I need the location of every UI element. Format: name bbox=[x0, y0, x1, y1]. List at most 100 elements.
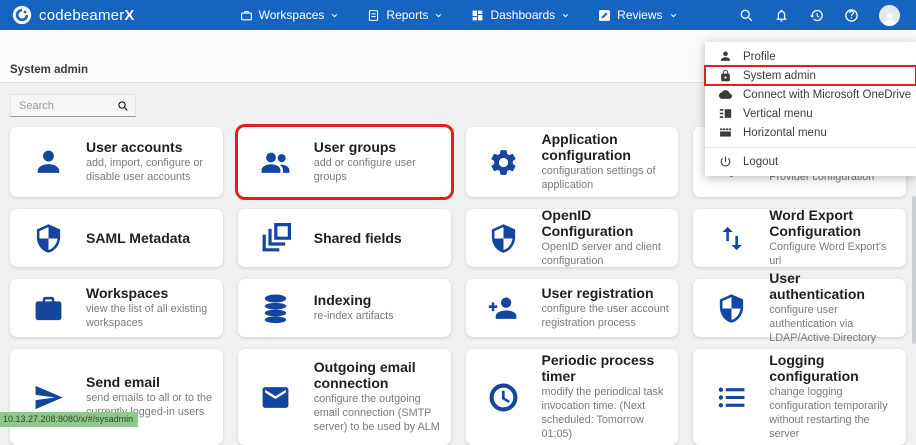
admin-card-shared-fields[interactable]: Shared fields bbox=[238, 209, 451, 267]
briefcase-icon bbox=[10, 293, 86, 324]
help-icon[interactable] bbox=[844, 8, 859, 23]
notifications-icon[interactable] bbox=[774, 8, 789, 23]
nav-item-label: Reports bbox=[386, 8, 428, 22]
reports-icon bbox=[367, 9, 380, 22]
menu-divider bbox=[705, 147, 916, 148]
card-title: Periodic process timer bbox=[542, 352, 671, 384]
search-icon[interactable] bbox=[739, 8, 754, 23]
nav-item-reports[interactable]: Reports bbox=[367, 8, 443, 22]
admin-card-logging-configuration[interactable]: Logging configurationchange logging conf… bbox=[693, 349, 906, 445]
admin-card-send-email[interactable]: Send emailsend emails to all or to the c… bbox=[10, 349, 223, 445]
nav-item-dashboards[interactable]: Dashboards bbox=[471, 8, 570, 22]
workspaces-icon bbox=[240, 9, 253, 22]
reviews-icon bbox=[598, 9, 611, 22]
card-title: SAML Metadata bbox=[86, 230, 215, 246]
admin-card-openid-configuration[interactable]: OpenID ConfigurationOpenID server and cl… bbox=[466, 209, 679, 267]
admin-card-workspaces[interactable]: Workspaces view the list of all existing … bbox=[10, 279, 223, 337]
card-title: OpenID Configuration bbox=[542, 207, 671, 239]
shield-icon bbox=[693, 293, 769, 324]
card-description: view the list of all existing workspaces bbox=[86, 303, 215, 331]
history-icon[interactable] bbox=[809, 8, 824, 23]
nav-item-label: Reviews bbox=[617, 8, 662, 22]
card-description: modify the periodical task invocation ti… bbox=[542, 386, 671, 441]
admin-card-application-configuration[interactable]: Application configurationconfiguration s… bbox=[466, 127, 679, 197]
menu-item-label: Profile bbox=[743, 51, 776, 63]
menu-item-system-admin[interactable]: System admin bbox=[705, 66, 916, 85]
card-description: configure user authentication via LDAP/A… bbox=[769, 304, 898, 345]
profile-icon bbox=[719, 50, 732, 63]
brand-suffix: X bbox=[124, 7, 134, 24]
person-icon bbox=[10, 147, 86, 178]
card-description: re-index artifacts bbox=[314, 310, 443, 324]
person-add-icon bbox=[466, 293, 542, 324]
card-title: User accounts bbox=[86, 139, 215, 155]
admin-card-user-authentication[interactable]: User authenticationconfigure user authen… bbox=[693, 279, 906, 337]
shield-icon bbox=[466, 223, 542, 254]
menu-item-horizontal-menu[interactable]: Horizontal menu bbox=[705, 123, 916, 142]
card-description: add or configure user groups bbox=[314, 157, 443, 185]
send-icon bbox=[10, 382, 86, 413]
top-navigation-bar: codebeamerX Workspaces Reports Dashboards R… bbox=[0, 0, 916, 30]
dashboards-icon bbox=[471, 9, 484, 22]
shield-icon bbox=[10, 223, 86, 254]
card-description: configure the user account registration … bbox=[542, 303, 671, 331]
codebeamer-logo-icon bbox=[12, 5, 32, 25]
list-icon bbox=[693, 382, 769, 413]
vertical-menu-icon bbox=[719, 107, 732, 120]
menu-item-label: Connect with Microsoft OneDrive bbox=[743, 89, 911, 101]
admin-card-outgoing-email-connection[interactable]: Outgoing email connectionconfigure the o… bbox=[238, 349, 451, 445]
card-description: add, import, configure or disable user a… bbox=[86, 157, 215, 185]
search-icon bbox=[117, 100, 129, 112]
topbar-actions bbox=[739, 5, 904, 26]
menu-item-label: System admin bbox=[743, 70, 816, 82]
brand-logo[interactable]: codebeamerX bbox=[12, 5, 135, 25]
avatar[interactable] bbox=[879, 5, 900, 26]
card-title: Logging configuration bbox=[769, 352, 898, 384]
search-box[interactable] bbox=[10, 94, 136, 117]
card-description: Configure Word Export's url bbox=[769, 241, 898, 269]
swap-vert-icon bbox=[693, 223, 769, 254]
card-title: User authentication bbox=[769, 270, 898, 302]
card-description: configuration settings of application bbox=[542, 165, 671, 193]
card-title: Send email bbox=[86, 374, 215, 390]
gear-icon bbox=[466, 147, 542, 178]
admin-card-user-groups[interactable]: User groupsadd or configure user groups bbox=[238, 127, 451, 197]
card-title: Word Export Configuration bbox=[769, 207, 898, 239]
admin-card-saml-metadata[interactable]: SAML Metadata bbox=[10, 209, 223, 267]
clock-icon bbox=[466, 382, 542, 413]
card-title: Shared fields bbox=[314, 230, 443, 246]
card-title: Workspaces bbox=[86, 285, 215, 301]
scrollbar-thumb[interactable] bbox=[912, 196, 916, 344]
card-description: configure the outgoing email connection … bbox=[314, 393, 443, 434]
chevron-down-icon bbox=[561, 11, 570, 20]
card-title: User registration bbox=[542, 285, 671, 301]
chevron-down-icon bbox=[669, 11, 678, 20]
menu-item-vertical-menu[interactable]: Vertical menu bbox=[705, 104, 916, 123]
group-icon bbox=[238, 147, 314, 178]
nav-item-workspaces[interactable]: Workspaces bbox=[240, 8, 340, 22]
layers-icon bbox=[238, 223, 314, 254]
envelope-icon bbox=[238, 382, 314, 413]
menu-item-logout[interactable]: Logout bbox=[705, 152, 916, 171]
card-description: change logging configuration temporarily… bbox=[769, 386, 898, 441]
admin-card-indexing[interactable]: Indexingre-index artifacts bbox=[238, 279, 451, 337]
nav-item-reviews[interactable]: Reviews bbox=[598, 8, 677, 22]
search-input[interactable] bbox=[17, 99, 117, 113]
nav-item-label: Dashboards bbox=[490, 8, 555, 22]
admin-card-word-export-configuration[interactable]: Word Export ConfigurationConfigure Word … bbox=[693, 209, 906, 267]
menu-item-connect-with-microsoft-onedrive[interactable]: Connect with Microsoft OneDrive bbox=[705, 85, 916, 104]
admin-card-user-registration[interactable]: User registration configure the user acco… bbox=[466, 279, 679, 337]
main-nav: Workspaces Reports Dashboards Reviews bbox=[240, 8, 678, 22]
chevron-down-icon bbox=[330, 11, 339, 20]
admin-card-user-accounts[interactable]: User accounts add, import, configure or d… bbox=[10, 127, 223, 197]
chevron-down-icon bbox=[434, 11, 443, 20]
user-menu: Profile System admin Connect with Microsof… bbox=[705, 42, 916, 176]
menu-item-label: Horizontal menu bbox=[743, 127, 827, 139]
card-description: OpenID server and client configuration bbox=[542, 241, 671, 269]
cloud-icon bbox=[719, 88, 732, 101]
horizontal-menu-icon bbox=[719, 126, 732, 139]
admin-card-periodic-process-timer[interactable]: Periodic process timermodify the periodi… bbox=[466, 349, 679, 445]
menu-item-profile[interactable]: Profile bbox=[705, 47, 916, 66]
menu-item-label: Logout bbox=[743, 156, 778, 168]
logout-icon bbox=[719, 155, 732, 168]
